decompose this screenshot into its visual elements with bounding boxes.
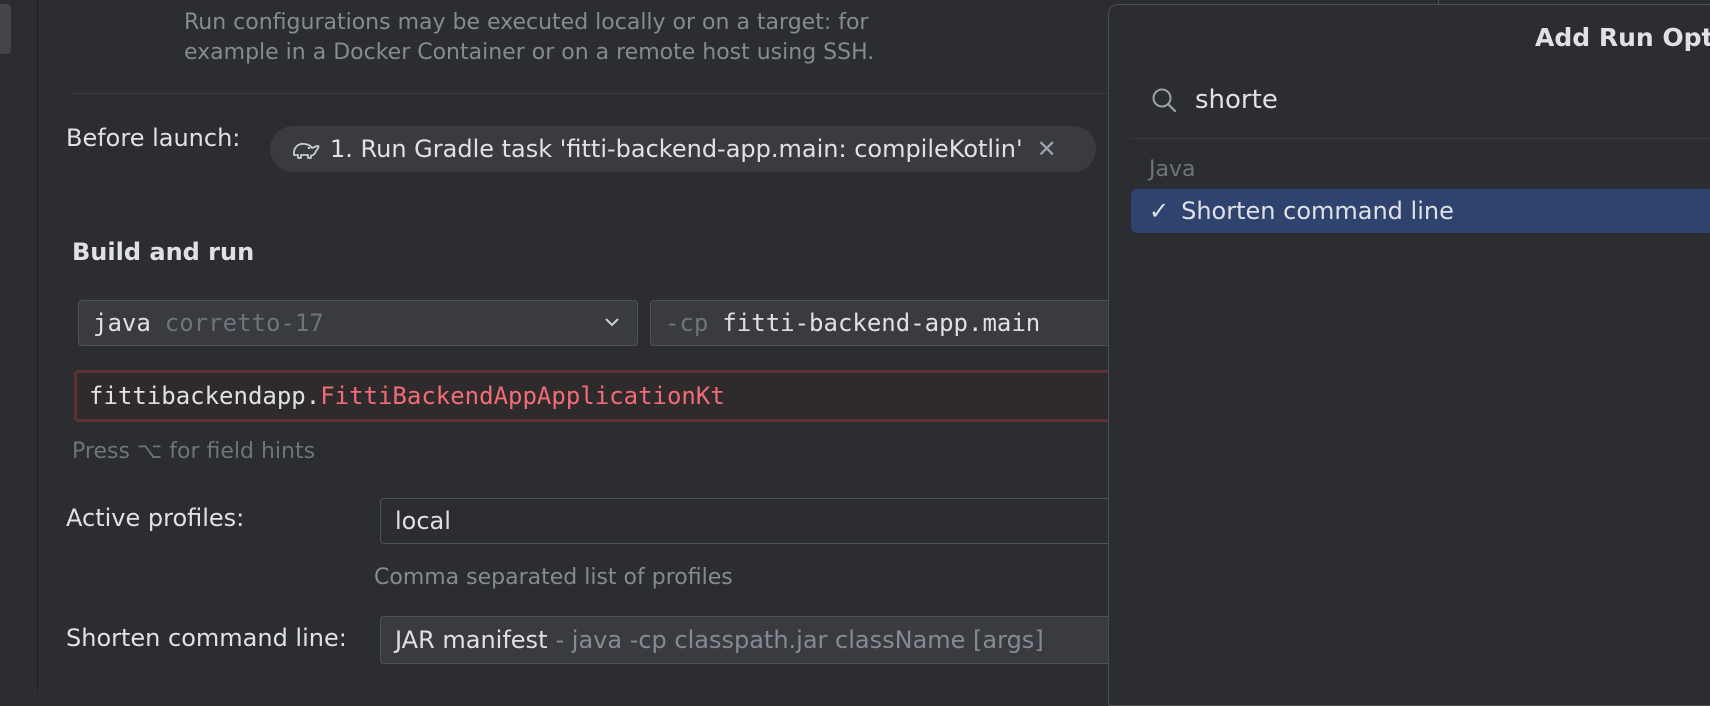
target-description: Run configurations may be executed local… [184, 10, 875, 65]
jre-version: corretto-17 [164, 309, 324, 337]
search-input-value[interactable]: shorte [1195, 85, 1278, 115]
jre-name: java [93, 309, 151, 337]
build-and-run-title: Build and run [72, 238, 255, 266]
classpath-flag: -cp [665, 309, 709, 337]
shorten-command-line-selector[interactable]: JAR manifest - java -cp classpath.jar cl… [380, 616, 1120, 664]
shorten-command-line-detail: - java -cp classpath.jar className [args… [555, 626, 1044, 654]
jre-selector[interactable]: java corretto-17 [78, 300, 638, 346]
left-tool-strip [0, 0, 38, 692]
gradle-elephant-icon [290, 136, 322, 162]
option-group-java: Java [1149, 157, 1196, 182]
before-launch-task-chip[interactable]: 1. Run Gradle task 'fitti-backend-app.ma… [270, 126, 1096, 172]
active-profiles-input[interactable]: local [380, 498, 1120, 544]
add-run-options-popup: Add Run Optic shorte Java ✓ Shorten comm… [1108, 4, 1710, 706]
option-shorten-command-line[interactable]: ✓ Shorten command line [1131, 189, 1710, 233]
before-launch-task-text: 1. Run Gradle task 'fitti-backend-app.ma… [330, 135, 1023, 163]
chevron-down-icon[interactable] [601, 311, 623, 339]
main-class-input[interactable]: fittibackendapp. FittiBackendAppApplicati… [74, 370, 1134, 422]
options-search-field[interactable]: shorte [1149, 85, 1278, 115]
checkmark-icon: ✓ [1149, 197, 1170, 225]
popup-divider [1131, 138, 1710, 139]
remove-task-close-icon[interactable]: ✕ [1037, 135, 1057, 163]
active-profiles-value: local [395, 507, 451, 535]
popup-title: Add Run Optic [1535, 23, 1710, 52]
before-launch-label: Before launch: [66, 124, 241, 152]
main-class-package: fittibackendapp. [89, 382, 321, 410]
run-configuration-form: Run configurations may be executed local… [38, 0, 1134, 692]
option-label: Shorten command line [1181, 197, 1454, 225]
divider [72, 93, 1112, 94]
search-icon [1149, 85, 1179, 115]
main-class-name-error: FittiBackendAppApplicationKt [320, 382, 725, 410]
classpath-module: fitti-backend-app.main [722, 309, 1041, 337]
strip-tab-indicator[interactable] [0, 4, 11, 54]
active-profiles-hint: Comma separated list of profiles [374, 565, 733, 590]
field-hints-text: Press ⌥ for field hints [72, 439, 316, 464]
shorten-command-line-label: Shorten command line: [66, 624, 347, 652]
active-profiles-label: Active profiles: [66, 504, 245, 532]
shorten-command-line-value: JAR manifest [395, 626, 548, 654]
classpath-module-selector[interactable]: -cp fitti-backend-app.main [650, 300, 1120, 346]
